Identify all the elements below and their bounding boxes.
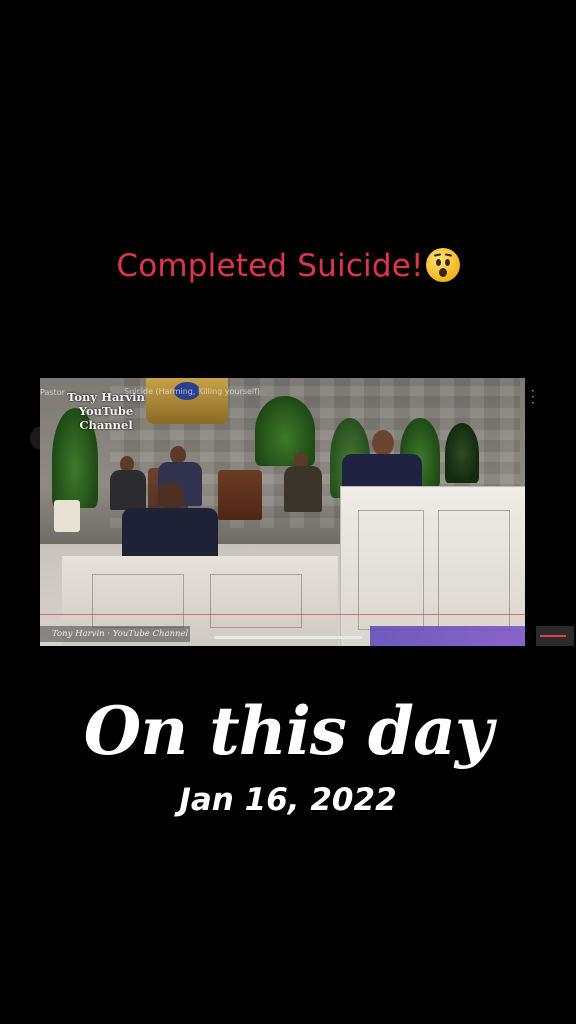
footer-channel: Tony Harvin · YouTube Channel bbox=[40, 626, 190, 642]
headline: On this day bbox=[83, 692, 493, 770]
post-caption: Completed Suicide! bbox=[0, 248, 576, 284]
memory-date: Jan 16, 2022 bbox=[179, 782, 397, 818]
embedded-video[interactable]: Pastor Suicide (Harming, Killing yoursel… bbox=[40, 378, 525, 646]
caption-text: Completed Suicide! bbox=[116, 248, 424, 284]
astonished-face-icon bbox=[425, 248, 460, 282]
video-overlay-bar bbox=[370, 626, 525, 646]
video-title: Suicide (Harming, Killing yourself) bbox=[124, 387, 261, 396]
scrub-handle[interactable] bbox=[214, 636, 362, 639]
channel-label: Pastor bbox=[40, 388, 65, 397]
video-progress-line bbox=[40, 614, 525, 615]
watermark-title: Tony Harvin YouTube Channel bbox=[67, 390, 145, 432]
mini-thumbnail bbox=[536, 626, 574, 646]
church-crest bbox=[146, 378, 228, 424]
more-options-icon[interactable]: · · · bbox=[531, 385, 535, 409]
